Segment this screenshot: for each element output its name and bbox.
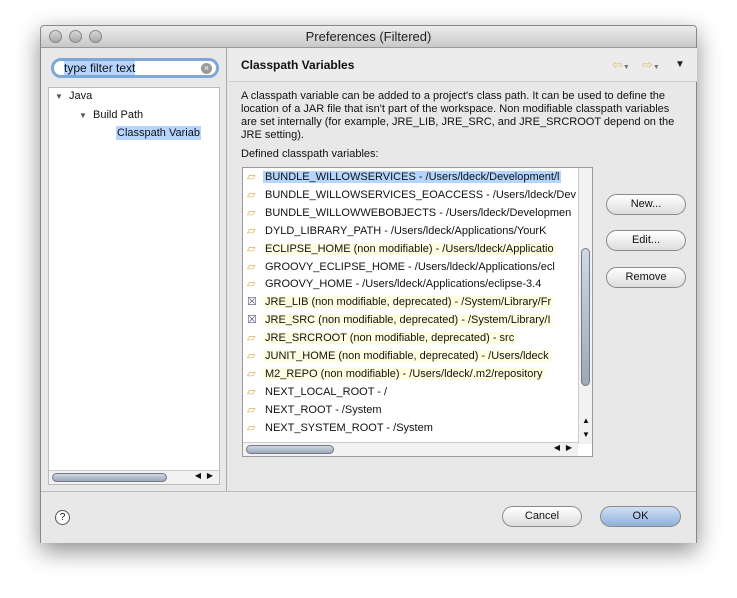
page-header: Classpath Variables ⇦▼ ⇨▼ ▼ (229, 48, 697, 82)
scroll-down-icon[interactable]: ▼ (582, 430, 590, 439)
scroll-right-icon[interactable]: ▶ (207, 471, 213, 480)
edit-button[interactable]: Edit... (606, 230, 686, 251)
variable-row[interactable]: ▱ DYLD_LIBRARY_PATH - /Users/ldeck/Applic… (247, 223, 548, 239)
cancel-button[interactable]: Cancel (502, 506, 582, 527)
expand-triangle-icon[interactable]: ▼ (79, 111, 87, 120)
variable-label: BUNDLE_WILLOWSERVICES_EOACCESS - /Users/… (265, 188, 576, 201)
variable-row[interactable]: ▱ JRE_SRCROOT (non modifiable, deprecated… (247, 330, 517, 346)
variable-label: DYLD_LIBRARY_PATH - /Users/ldeck/Applica… (265, 224, 547, 237)
horizontal-scrollbar[interactable]: ◀ ▶ (49, 470, 219, 484)
tree-item-build-path[interactable]: Build Path (93, 109, 143, 121)
window-title: Preferences (Filtered) (305, 29, 432, 44)
new-button[interactable]: New... (606, 194, 686, 215)
filter-input[interactable]: type filter text × (51, 58, 219, 78)
folder-icon: ▱ (247, 278, 256, 291)
variable-row[interactable]: ▱ NEXT_SYSTEM_ROOT - /System (247, 420, 435, 436)
scrollbar-thumb[interactable] (246, 445, 334, 454)
folder-icon: ▱ (247, 421, 256, 434)
view-menu-icon[interactable]: ▼ (675, 59, 685, 70)
scroll-left-icon[interactable]: ◀ (554, 443, 560, 452)
folder-icon: ▱ (247, 171, 256, 183)
variable-row[interactable]: ▱ BUNDLE_WILLOWWEBOBJECTS - /Users/ldeck/… (247, 205, 573, 221)
folder-deprecated-icon: ▱ (247, 332, 256, 345)
horizontal-scrollbar[interactable]: ◀ ▶ (243, 442, 578, 456)
tree-item-java[interactable]: Java (69, 90, 92, 102)
variable-row[interactable]: ▱ GROOVY_ECLIPSE_HOME - /Users/ldeck/Appl… (247, 259, 557, 275)
variable-label: M2_REPO (non modifiable) - /Users/ldeck/… (263, 367, 545, 380)
vertical-scrollbar[interactable]: ▲ ▼ (578, 168, 592, 444)
variable-row[interactable]: ☒ JRE_LIB (non modifiable, deprecated) - … (247, 294, 554, 310)
folder-deprecated-icon: ▱ (247, 350, 256, 362)
jar-deprecated-icon: ☒ (247, 314, 257, 327)
help-icon[interactable]: ? (55, 510, 70, 525)
variable-row[interactable]: ▱ NEXT_ROOT - /System (247, 402, 384, 418)
folder-icon: ▱ (247, 242, 256, 255)
variable-label: JUNIT_HOME (non modifiable, deprecated) … (263, 350, 551, 362)
preferences-dialog: Preferences (Filtered) type filter text … (40, 25, 697, 543)
folder-icon: ▱ (247, 206, 256, 219)
variable-row[interactable]: ▱ JUNIT_HOME (non modifiable, deprecated)… (247, 348, 551, 364)
folder-icon: ▱ (247, 224, 256, 237)
variable-row[interactable]: ▱ BUNDLE_WILLOWSERVICES - /Users/ldeck/De… (247, 169, 562, 185)
dialog-footer: ? Cancel OK (41, 491, 696, 543)
jar-deprecated-icon: ☒ (247, 296, 257, 309)
folder-icon: ▱ (247, 188, 256, 201)
minimize-window-button[interactable] (69, 30, 82, 43)
filter-text: type filter text (64, 61, 136, 75)
variable-label: JRE_LIB (non modifiable, deprecated) - /… (263, 296, 554, 309)
variable-row[interactable]: ▱ GROOVY_HOME - /Users/ldeck/Applications… (247, 276, 543, 292)
scrollbar-thumb[interactable] (52, 473, 167, 482)
variable-row[interactable]: ▱ BUNDLE_WILLOWSERVICES_EOACCESS - /Users… (247, 187, 578, 203)
tree-item-classpath-variables[interactable]: Classpath Variab (116, 126, 201, 140)
list-label: Defined classpath variables: (241, 148, 379, 160)
variable-label: NEXT_SYSTEM_ROOT - /System (265, 421, 433, 434)
classpath-variables-list: ▱ NEXT_SYSTEM_ROOT - /System ▱ NEXT_ROOT - … (242, 167, 593, 457)
variable-label: ECLIPSE_HOME (non modifiable) - /Users/l… (263, 242, 556, 255)
variable-row[interactable]: ☒ JRE_SRC (non modifiable, deprecated) - … (247, 312, 553, 328)
ok-button[interactable]: OK (600, 506, 681, 527)
folder-icon: ▱ (247, 260, 256, 273)
scroll-left-icon[interactable]: ◀ (195, 471, 201, 480)
scroll-up-icon[interactable]: ▲ (582, 416, 590, 425)
page-title: Classpath Variables (241, 58, 355, 72)
title-bar: Preferences (Filtered) (41, 26, 696, 48)
variable-label: NEXT_ROOT - /System (265, 403, 382, 416)
scroll-right-icon[interactable]: ▶ (566, 443, 572, 452)
page-description: A classpath variable can be added to a p… (241, 90, 675, 141)
variable-row[interactable]: ▱ NEXT_LOCAL_ROOT - / (247, 384, 389, 400)
folder-icon: ▱ (247, 367, 256, 380)
variable-row[interactable]: ▱ M2_REPO (non modifiable) - /Users/ldeck… (247, 366, 545, 382)
close-window-button[interactable] (49, 30, 62, 43)
back-arrow-icon[interactable]: ⇦▼ (612, 57, 630, 73)
variable-label: BUNDLE_WILLOWWEBOBJECTS - /Users/ldeck/D… (265, 206, 572, 219)
expand-triangle-icon[interactable]: ▼ (55, 92, 63, 101)
folder-icon: ▱ (247, 403, 256, 416)
variable-label: GROOVY_HOME - /Users/ldeck/Applications/… (265, 278, 542, 291)
left-pane: type filter text × ▼ Java ▼ Build Path C… (41, 48, 227, 491)
right-pane: Classpath Variables ⇦▼ ⇨▼ ▼ A classpath … (229, 48, 697, 491)
variable-label: GROOVY_ECLIPSE_HOME - /Users/ldeck/Appli… (265, 260, 555, 273)
preference-tree: ▼ Java ▼ Build Path Classpath Variab ◀ ▶ (48, 87, 220, 485)
scrollbar-thumb[interactable] (581, 248, 590, 386)
remove-button[interactable]: Remove (606, 267, 686, 288)
variable-label: NEXT_LOCAL_ROOT - / (265, 385, 388, 398)
folder-icon: ▱ (247, 385, 256, 398)
forward-arrow-icon[interactable]: ⇨▼ (642, 57, 660, 73)
variable-row[interactable]: ▱ ECLIPSE_HOME (non modifiable) - /Users/… (247, 241, 556, 257)
variable-label: JRE_SRCROOT (non modifiable, deprecated)… (263, 332, 517, 345)
clear-icon[interactable]: × (201, 63, 212, 74)
variable-label: BUNDLE_WILLOWSERVICES - /Users/ldeck/Dev… (263, 171, 562, 183)
zoom-window-button[interactable] (89, 30, 102, 43)
variable-label: JRE_SRC (non modifiable, deprecated) - /… (263, 314, 553, 327)
